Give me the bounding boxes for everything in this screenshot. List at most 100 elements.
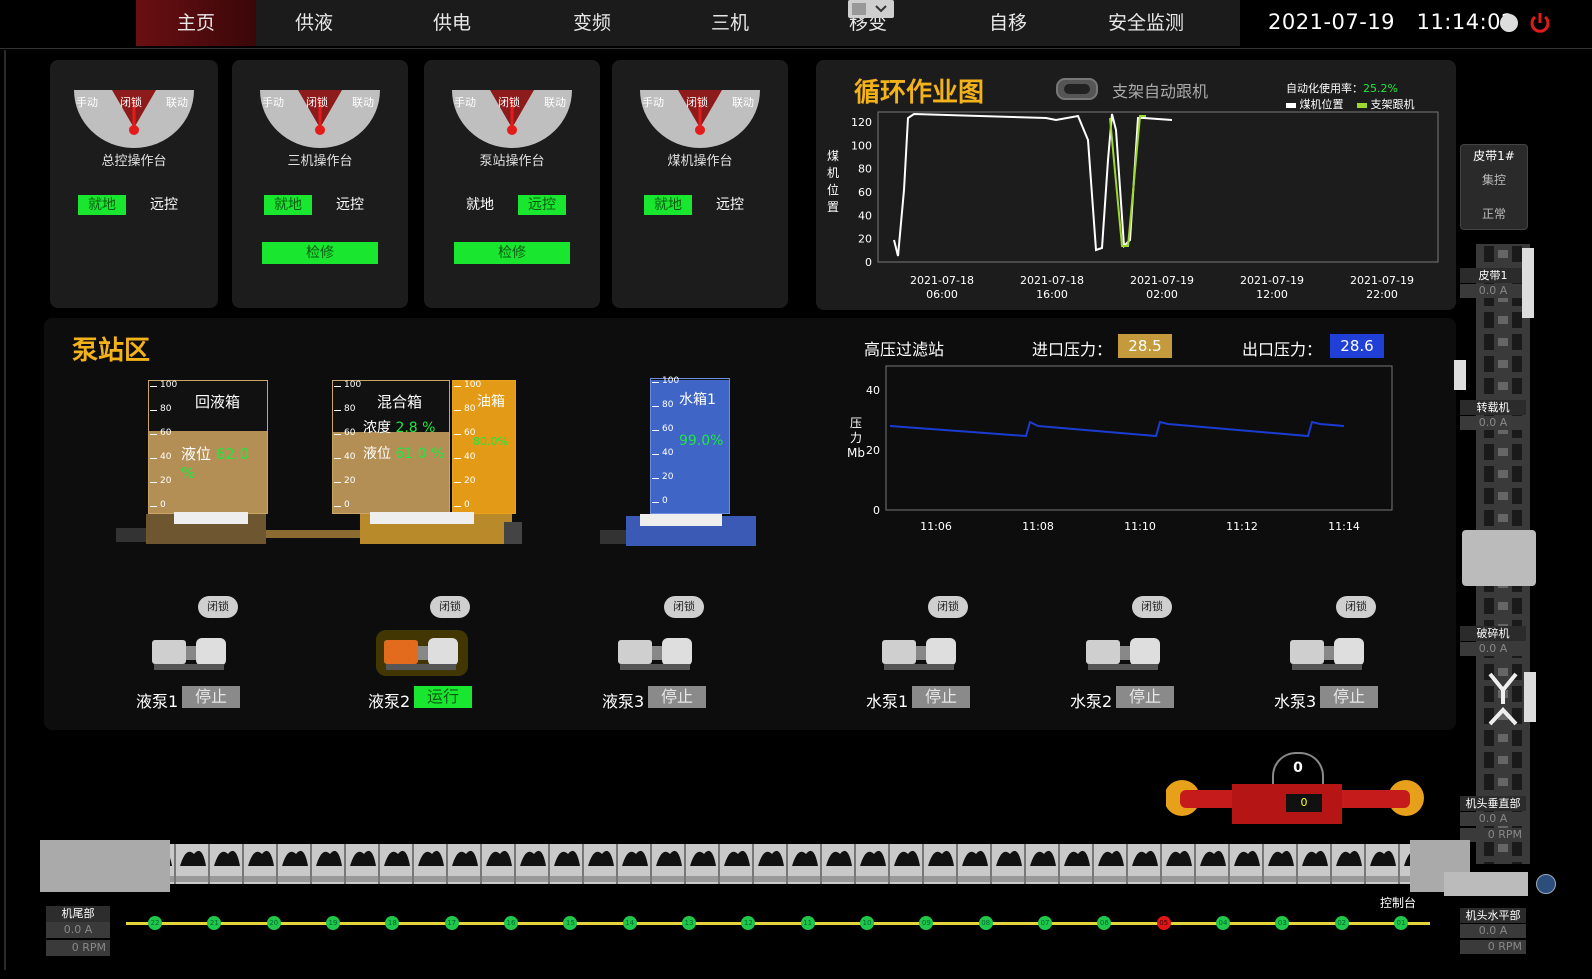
nav-three-machines[interactable]: 三机 (670, 0, 790, 46)
maintenance-button[interactable]: 检修 (262, 242, 378, 264)
tank-scale-tick (454, 506, 461, 507)
support-node[interactable]: 04 (1216, 916, 1230, 930)
pump-state-button[interactable]: 运行 (414, 686, 472, 708)
filter-title: 高压过滤站 (864, 340, 945, 359)
level-value: 61.0 (395, 446, 427, 462)
belt-status-box[interactable]: 皮带1# 集控 正常 (1460, 144, 1528, 230)
crusher-graphic (1462, 530, 1536, 586)
nav-home[interactable]: 主页 (136, 0, 256, 46)
remote-mode-button[interactable]: 远控 (706, 195, 754, 215)
nav-inverter[interactable]: 变频 (532, 0, 652, 46)
support-node[interactable]: 16 (504, 916, 518, 930)
auto-rate: 自动化使用率：25.2% (1286, 80, 1398, 96)
pump-motor-icon[interactable] (610, 630, 702, 676)
cycle-x-tick-date: 2021-07-19 (1130, 274, 1194, 287)
pump-state-button[interactable]: 停止 (648, 686, 706, 708)
remote-mode-button[interactable]: 远控 (518, 195, 566, 215)
nav-label: 变频 (572, 12, 611, 34)
pressure-series (889, 420, 1345, 438)
pump-lock-badge[interactable]: 闭锁 (1336, 596, 1376, 618)
support-node[interactable]: 05 (1156, 916, 1171, 930)
return-tank-level: 液位 62.0 % (181, 443, 267, 482)
support-node[interactable]: 03 (1275, 916, 1290, 930)
pump-motor-icon[interactable] (1282, 630, 1374, 676)
support-node[interactable]: 19 (326, 916, 340, 930)
user-icon[interactable] (1500, 14, 1518, 32)
support-node[interactable]: 18 (385, 916, 400, 930)
pump-motor-icon[interactable] (874, 630, 966, 676)
support-node[interactable]: 15 (563, 916, 578, 930)
support-node[interactable]: 07 (1038, 916, 1052, 930)
local-mode-button[interactable]: 就地 (456, 195, 504, 215)
pump-lock-badge[interactable]: 闭锁 (664, 596, 704, 618)
pump-state-button[interactable]: 停止 (182, 686, 240, 708)
pump-motor-icon[interactable] (376, 630, 468, 676)
support-node[interactable]: 17 (444, 916, 459, 930)
support-node[interactable]: 02 (1334, 916, 1349, 930)
pump-state-button[interactable]: 停止 (1320, 686, 1378, 708)
speed-gauge-value: 0 (1293, 760, 1303, 776)
local-mode-button[interactable]: 就地 (644, 195, 692, 215)
support-node[interactable]: 12 (741, 916, 756, 930)
support-node[interactable]: 09 (919, 916, 934, 930)
nav-self-moving[interactable]: 自移 (948, 0, 1068, 46)
nav-bar: 主页 供液 供电 变频 三机 移变 自移 安全监测 (136, 0, 1240, 46)
support-node[interactable]: 06 (1097, 916, 1112, 930)
local-mode-button[interactable]: 就地 (78, 195, 126, 215)
outlet-pressure-value: 28.6 (1330, 334, 1384, 358)
shearer[interactable]: 0 (1164, 778, 1426, 838)
remote-mode-button[interactable]: 远控 (140, 195, 188, 215)
remote-mode-button[interactable]: 远控 (326, 195, 374, 215)
support-node[interactable]: 22 (148, 916, 162, 930)
support-node[interactable]: 21 (207, 916, 222, 930)
console-title: 总控操作台 (101, 154, 167, 169)
pump-name: 液泵2 (368, 692, 411, 711)
dial-lock-label: 闭锁 (686, 96, 708, 109)
outlet-pressure-label: 出口压力： (1242, 340, 1323, 359)
cycle-y-tick: 0 (865, 256, 872, 269)
scraper-conveyor (40, 840, 1528, 896)
pump-lock-badge[interactable]: 闭锁 (198, 596, 238, 618)
support-node[interactable]: 13 (682, 916, 696, 930)
tank-scale-label: 60 (464, 428, 476, 438)
support-node[interactable]: 20 (266, 916, 281, 930)
pump-motor-icon[interactable] (144, 630, 236, 676)
frame-left-border (4, 50, 6, 970)
nav-power-supply[interactable]: 供电 (392, 0, 512, 46)
pump-lock-badge[interactable]: 闭锁 (1132, 596, 1172, 618)
pump-state-button[interactable]: 停止 (912, 686, 970, 708)
tank-scale-label: 80 (344, 404, 356, 414)
support-node[interactable]: 14 (622, 916, 637, 930)
nav-safety-monitoring[interactable]: 安全监测 (1086, 0, 1206, 46)
maintenance-button[interactable]: 检修 (454, 242, 570, 264)
belt1-label: 皮带1 (1460, 268, 1526, 283)
local-mode-button[interactable]: 就地 (264, 195, 312, 215)
water-tank-title: 水箱1 (679, 392, 716, 408)
inlet-pressure-value: 28.5 (1118, 334, 1172, 358)
pump-lock-badge[interactable]: 闭锁 (430, 596, 470, 618)
support-node[interactable]: 01 (1394, 916, 1408, 930)
expand-icon[interactable] (1536, 874, 1556, 894)
pressure-x-tick: 11:10 (1124, 520, 1156, 533)
support-node[interactable]: 08 (978, 916, 993, 930)
pump-name: 液泵1 (136, 692, 179, 711)
tank-scale-tick (652, 478, 659, 479)
power-icon[interactable] (1528, 11, 1552, 35)
tank-scale-label: 20 (160, 476, 172, 486)
nav-fluid-supply[interactable]: 供液 (254, 0, 374, 46)
pressure-x-tick: 11:06 (920, 520, 952, 533)
support-node[interactable]: 11 (800, 916, 815, 930)
pump-state-button[interactable]: 停止 (1116, 686, 1174, 708)
auto-follow-toggle[interactable] (1056, 78, 1098, 100)
tail-rpm: 0 RPM (46, 940, 110, 956)
pump-motor-icon[interactable] (1078, 630, 1170, 676)
tank-scale-label: 80 (160, 404, 172, 414)
cycle-chart-panel: 循环作业图 支架自动跟机 自动化使用率：25.2% 煤机位置 支架跟机 煤机位置… (816, 60, 1456, 310)
pressure-x-tick: 11:14 (1328, 520, 1360, 533)
pump-name: 水泵3 (1274, 692, 1317, 711)
mix-tank-level: 液位 61.0 % (363, 443, 444, 463)
dropdown-toggle-icon[interactable] (848, 0, 894, 18)
cycle-plot-frame (877, 111, 1439, 263)
support-node[interactable]: 10 (860, 916, 874, 930)
pump-lock-badge[interactable]: 闭锁 (928, 596, 968, 618)
